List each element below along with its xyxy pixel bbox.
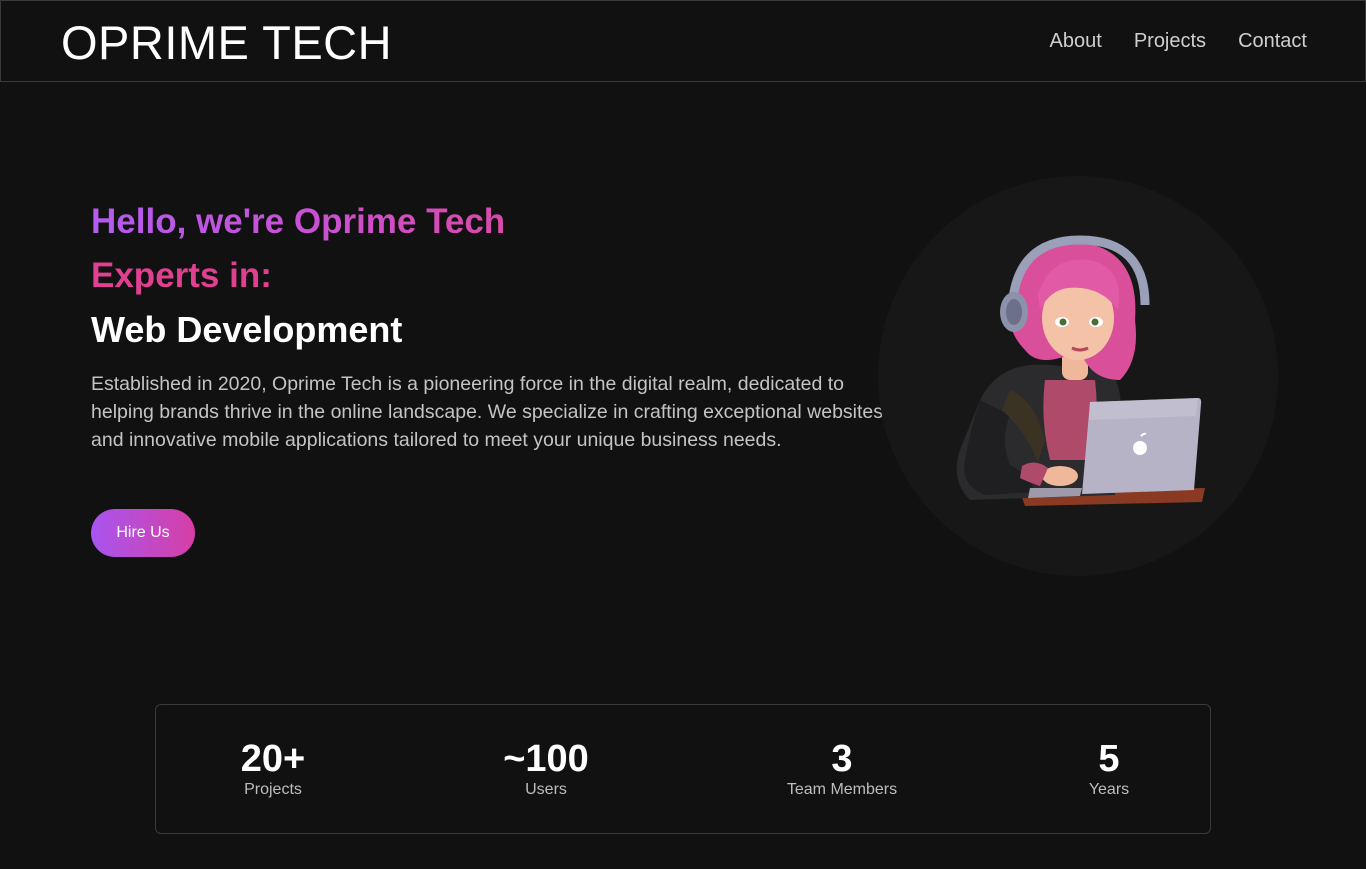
nav-link-contact[interactable]: Contact (1238, 30, 1307, 53)
skill-title: Web Development (91, 309, 403, 350)
hero-section: Hello, we're Oprime Tech Experts in: Web… (91, 200, 891, 454)
nav-link-projects[interactable]: Projects (1134, 30, 1206, 53)
nav-links: About Projects Contact (1050, 30, 1307, 53)
brand-logo[interactable]: OPRIME TECH (61, 15, 392, 70)
stat-users: ~100 Users (446, 739, 646, 799)
stat-label: Users (525, 781, 567, 798)
stat-value: ~100 (503, 738, 589, 780)
stat-value: 5 (1098, 738, 1120, 780)
stat-label: Years (1088, 781, 1130, 798)
stat-label: Projects (244, 781, 302, 798)
navbar: OPRIME TECH About Projects Contact (0, 0, 1366, 82)
nav-link-about[interactable]: About (1050, 30, 1102, 53)
hire-us-button[interactable]: Hire Us (91, 509, 195, 557)
stat-years: 5 Years (1009, 739, 1209, 799)
stat-value: 3 (831, 738, 853, 780)
hero-description: Established in 2020, Oprime Tech is a pi… (91, 373, 884, 451)
stat-label: Team Members (786, 781, 898, 798)
hero-greeting: Hello, we're Oprime Tech (91, 200, 505, 244)
developer-avatar-illustration (956, 235, 1205, 506)
stat-team-members: 3 Team Members (742, 739, 942, 799)
experts-label: Experts in: (91, 256, 272, 295)
stat-projects: 20+ Projects (173, 739, 373, 799)
stat-value: 20+ (240, 738, 306, 780)
stats-panel: 20+ Projects ~100 Users 3 Team Members 5… (155, 704, 1211, 834)
